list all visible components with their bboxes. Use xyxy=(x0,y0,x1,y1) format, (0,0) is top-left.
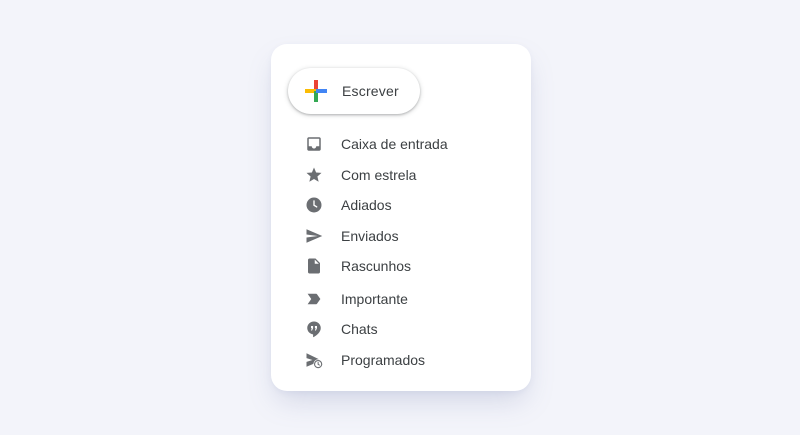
nav-item-label: Adiados xyxy=(341,197,392,213)
inbox-icon xyxy=(305,135,323,153)
compose-label: Escrever xyxy=(342,83,399,99)
nav-item-snoozed[interactable]: Adiados xyxy=(271,190,531,220)
compose-button[interactable]: Escrever xyxy=(288,68,420,114)
label-important-icon xyxy=(305,290,323,308)
scheduled-send-icon xyxy=(305,351,323,369)
star-icon xyxy=(305,166,323,184)
nav-item-starred[interactable]: Com estrela xyxy=(271,160,531,190)
nav-item-chats[interactable]: Chats xyxy=(271,314,531,344)
draft-icon xyxy=(305,257,323,275)
send-icon xyxy=(305,227,323,245)
nav-item-important[interactable]: Importante xyxy=(271,284,531,314)
clock-icon xyxy=(305,196,323,214)
nav-item-drafts[interactable]: Rascunhos xyxy=(271,251,531,281)
nav-item-label: Com estrela xyxy=(341,167,417,183)
nav-item-label: Programados xyxy=(341,352,426,368)
nav-item-label: Enviados xyxy=(341,228,399,244)
plus-icon xyxy=(305,80,327,102)
mail-sidebar-card: Escrever Caixa de entrada Com estrela Ad… xyxy=(271,44,531,391)
nav-item-label: Importante xyxy=(341,291,408,307)
nav-item-label: Rascunhos xyxy=(341,258,412,274)
nav-item-sent[interactable]: Enviados xyxy=(271,221,531,251)
nav-item-label: Caixa de entrada xyxy=(341,136,448,152)
chat-icon xyxy=(305,320,323,338)
nav-item-label: Chats xyxy=(341,321,378,337)
nav-item-scheduled[interactable]: Programados xyxy=(271,345,531,375)
nav-item-inbox[interactable]: Caixa de entrada xyxy=(271,129,531,159)
